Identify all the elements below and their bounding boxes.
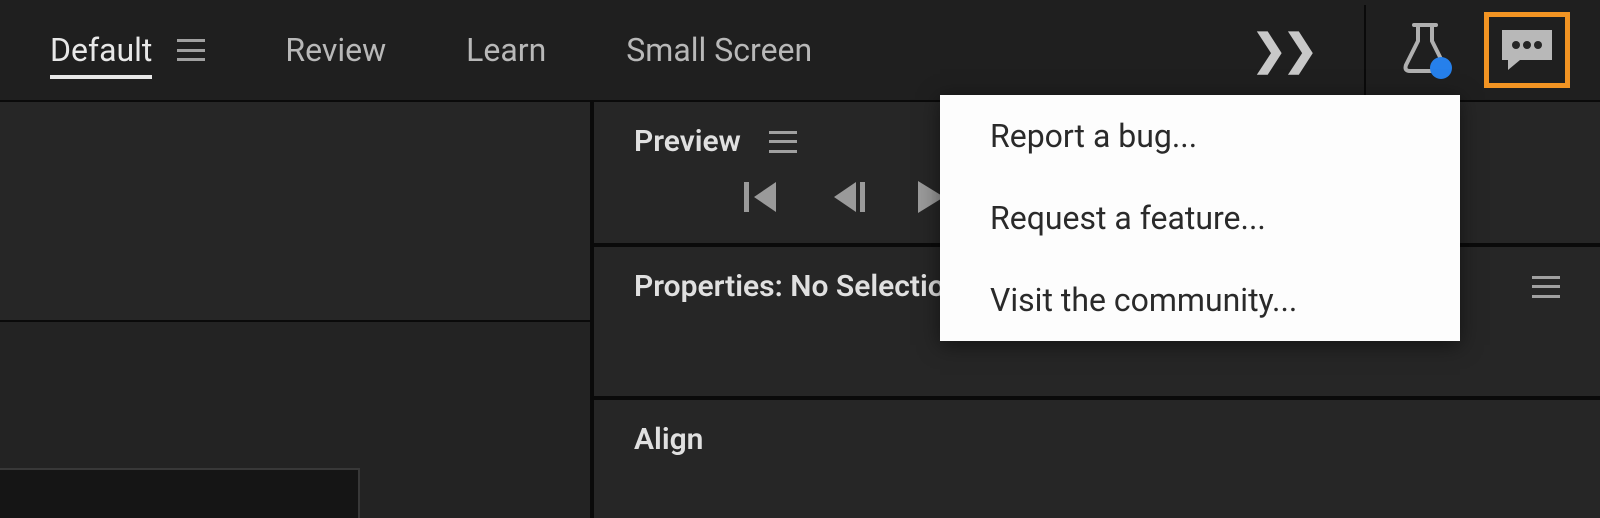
step-back-button[interactable] [830,182,868,212]
align-panel-header: Align [594,400,1600,479]
feedback-popup-menu: Report a bug... Request a feature... Vis… [940,95,1460,341]
top-right-controls: ❯❯ [1232,0,1570,100]
panel-menu-icon[interactable] [1532,276,1560,298]
workspace-label: Small Screen [626,31,812,69]
speech-bubble-icon [1498,26,1556,74]
menu-item-label: Request a feature... [990,199,1266,237]
notification-dot-icon [1430,57,1452,79]
workspace-tab-learn[interactable]: Learn [466,21,546,79]
left-panel-column [0,100,590,518]
panel-menu-icon[interactable] [177,39,205,61]
workspace-bar: Default Review Learn Small Screen ❯❯ [0,0,1600,100]
menu-item-label: Visit the community... [990,281,1297,319]
divider [1364,5,1366,95]
align-title: Align [634,422,703,457]
preview-title: Preview [634,124,741,159]
align-panel: Align [594,396,1600,518]
menu-item-report-bug[interactable]: Report a bug... [940,95,1460,177]
menu-item-request-feature[interactable]: Request a feature... [940,177,1460,259]
workspace-label: Default [50,31,152,79]
workspace-overflow-button[interactable]: ❯❯ [1232,25,1334,75]
workspace-tab-review[interactable]: Review [285,21,386,79]
workspace-tab-small-screen[interactable]: Small Screen [626,21,812,79]
panel-menu-icon[interactable] [769,131,797,153]
workspace-tab-default[interactable]: Default [50,21,205,79]
left-panel-upper [0,100,590,320]
menu-item-visit-community[interactable]: Visit the community... [940,259,1460,341]
go-to-start-button[interactable] [744,182,782,212]
properties-title: Properties: No Selection [634,269,962,304]
beta-features-button[interactable] [1396,15,1454,85]
workspace-tabs: Default Review Learn Small Screen [50,21,812,79]
feedback-button[interactable] [1484,12,1570,88]
workspace-label: Review [285,31,386,69]
left-panel-lower [0,320,590,518]
panel-inset [0,468,360,518]
workspace-label: Learn [466,31,546,69]
menu-item-label: Report a bug... [990,117,1197,155]
